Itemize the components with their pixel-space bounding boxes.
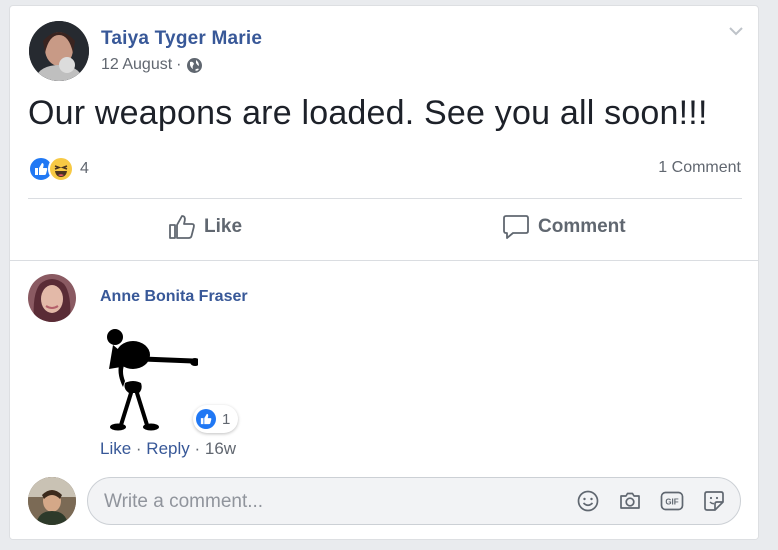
meta-separator: · [176,56,182,73]
comments-section: Anne Bonita Fraser 1 Like · Reply · 16w … [10,260,758,539]
thumbs-up-icon [169,215,195,239]
comment-reaction-count: 1 [222,410,231,428]
chevron-down-icon[interactable] [728,24,744,36]
comment-action-separator: · [189,439,205,458]
comment-reaction-badge[interactable]: 1 [193,405,239,433]
comment-like-link[interactable]: Like [100,439,131,458]
svg-text:GIF: GIF [665,498,678,507]
comment-reply-link[interactable]: Reply [146,439,189,458]
comment-author-name[interactable]: Anne Bonita Fraser [100,288,248,306]
post-author-name[interactable]: Taiya Tyger Marie [101,28,262,50]
post-meta: 12 August · [101,56,203,74]
post-card: Taiya Tyger Marie 12 August · Our weapon… [9,5,759,540]
sticker-icon[interactable] [702,489,726,513]
current-user-avatar[interactable] [28,477,76,525]
dab-sticker [103,325,200,437]
comment-composer[interactable]: GIF [87,477,741,525]
gif-icon[interactable]: GIF [660,489,684,513]
divider [28,198,742,199]
comment-button-label: Comment [538,216,626,237]
reaction-count: 4 [80,160,89,177]
author-avatar[interactable] [29,21,89,81]
post-date[interactable]: 12 August [101,56,172,74]
composer-icons: GIF [576,489,726,513]
globe-icon[interactable] [186,57,203,74]
emoji-icon[interactable] [576,489,600,513]
comment-button[interactable]: Comment [502,214,626,240]
haha-icon [48,156,74,182]
like-icon [196,409,216,429]
post-text: Our weapons are loaded. See you all soon… [28,94,708,132]
reactions-summary[interactable]: 4 [28,156,89,182]
commenter-avatar[interactable] [28,274,76,322]
like-button-label: Like [204,216,243,237]
comment-actions: Like · Reply · 16w [100,439,236,459]
comment-count-link[interactable]: 1 Comment [658,159,741,177]
like-button[interactable]: Like [168,214,242,240]
camera-icon[interactable] [618,489,642,513]
comment-action-separator: · [131,439,147,458]
comment-icon [503,215,529,239]
comment-age[interactable]: 16w [205,439,236,458]
comment-input[interactable] [102,490,546,514]
